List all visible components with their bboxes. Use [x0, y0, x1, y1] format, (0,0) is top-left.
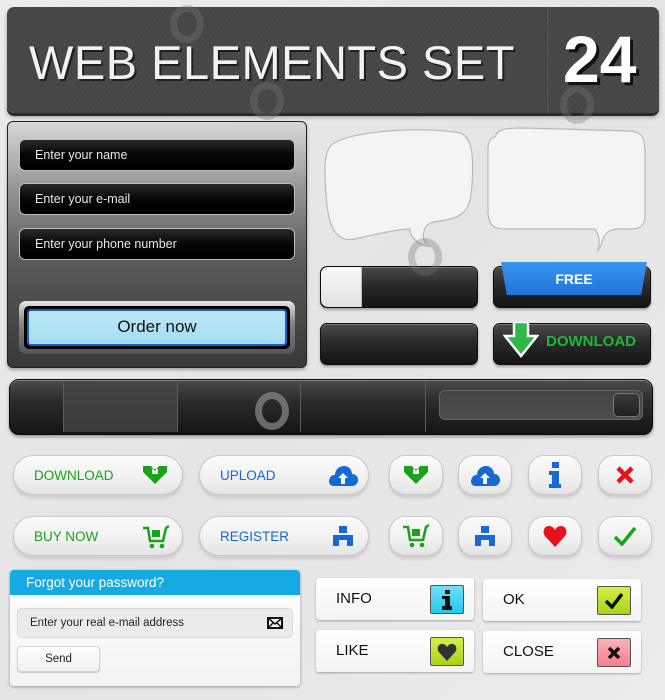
checkmark-icon — [605, 592, 623, 609]
like-button[interactable]: LIKE — [316, 630, 474, 672]
order-now-button[interactable]: Order now — [24, 306, 290, 349]
email-input[interactable]: Enter your e-mail — [19, 183, 295, 215]
download-dark-button[interactable]: DOWNLOAD — [493, 322, 651, 365]
info-icon-box — [430, 585, 464, 614]
upload-pill-label: UPLOAD — [220, 468, 276, 483]
mail-icon — [267, 617, 283, 629]
ok-icon-box — [597, 586, 631, 615]
cart-icon-button[interactable] — [389, 516, 443, 556]
info-label: INFO — [336, 590, 372, 607]
buy-now-pill-label: BUY NOW — [34, 529, 99, 544]
order-button-frame: Order now — [19, 301, 295, 354]
download-arrow-icon — [503, 322, 539, 359]
order-now-label: Order now — [27, 309, 287, 346]
header-banner: WEB ELEMENTS SET 24 — [7, 7, 659, 113]
download-label: DOWNLOAD — [546, 333, 636, 350]
heart-icon — [437, 643, 457, 661]
upload-pill-button[interactable]: UPLOAD — [199, 455, 369, 495]
cart-icon — [143, 525, 169, 549]
cloud-upload-icon — [471, 466, 500, 486]
ok-label: OK — [503, 591, 525, 608]
toggle-switch[interactable] — [320, 266, 478, 308]
buy-now-pill-button[interactable]: BUY NOW — [13, 516, 183, 556]
toggle-handle[interactable] — [321, 267, 362, 307]
order-form-panel: Enter your name Enter your e-mail Enter … — [7, 121, 307, 368]
info-icon — [549, 462, 561, 488]
info-icon-button[interactable] — [528, 455, 582, 495]
download-icon-button[interactable] — [389, 455, 443, 495]
ok-button[interactable]: OK — [483, 579, 641, 621]
register-pill-button[interactable]: REGISTER — [199, 516, 369, 556]
info-button[interactable]: INFO — [316, 578, 474, 620]
set-number: 24 — [563, 22, 637, 96]
nav-segment-3[interactable] — [178, 382, 301, 432]
nav-segment-2[interactable] — [64, 382, 178, 432]
like-label: LIKE — [336, 642, 369, 659]
nav-segment-1[interactable] — [10, 382, 64, 432]
cart-icon — [403, 524, 429, 548]
free-button[interactable]: FREE — [493, 262, 651, 308]
search-button[interactable] — [613, 393, 640, 417]
user-icon — [475, 526, 495, 546]
speech-bubble-left — [320, 125, 475, 247]
phone-input[interactable]: Enter your phone number — [19, 228, 295, 260]
close-button[interactable]: CLOSE — [483, 631, 641, 673]
checkmark-icon-button[interactable] — [598, 516, 652, 556]
user-icon-button[interactable] — [458, 516, 512, 556]
heart-icon — [543, 526, 567, 547]
name-input[interactable]: Enter your name — [19, 139, 295, 171]
send-button[interactable]: Send — [17, 646, 100, 672]
blank-dark-button[interactable] — [320, 323, 478, 365]
search-input[interactable] — [439, 390, 643, 420]
recovery-email-input[interactable]: Enter your real e-mail address — [17, 608, 293, 638]
download-pill-button[interactable]: DOWNLOAD — [13, 455, 183, 495]
free-ribbon: FREE — [501, 262, 647, 295]
heart-icon-button[interactable] — [528, 516, 582, 556]
close-icon — [607, 646, 621, 659]
recovery-email-placeholder: Enter your real e-mail address — [30, 617, 185, 629]
like-icon-box — [430, 637, 464, 666]
close-icon-box — [597, 638, 631, 667]
cloud-upload-icon — [329, 466, 358, 486]
navigation-bar — [9, 379, 653, 435]
download-icon — [143, 466, 167, 484]
close-icon-button[interactable] — [598, 455, 652, 495]
nav-segment-4[interactable] — [301, 382, 426, 432]
register-pill-label: REGISTER — [220, 529, 290, 544]
download-pill-label: DOWNLOAD — [34, 468, 114, 483]
upload-icon-button[interactable] — [458, 455, 512, 495]
close-label: CLOSE — [503, 643, 554, 660]
user-icon — [333, 526, 353, 546]
close-icon — [616, 466, 634, 484]
forgot-password-title: Forgot your password? — [10, 570, 300, 595]
download-icon — [404, 466, 428, 484]
speech-bubble-right — [485, 125, 650, 253]
forgot-password-panel: Forgot your password? Enter your real e-… — [10, 570, 300, 686]
checkmark-icon — [614, 526, 636, 546]
page-title: WEB ELEMENTS SET — [29, 36, 515, 89]
header-divider — [546, 7, 548, 113]
info-icon — [442, 589, 452, 610]
